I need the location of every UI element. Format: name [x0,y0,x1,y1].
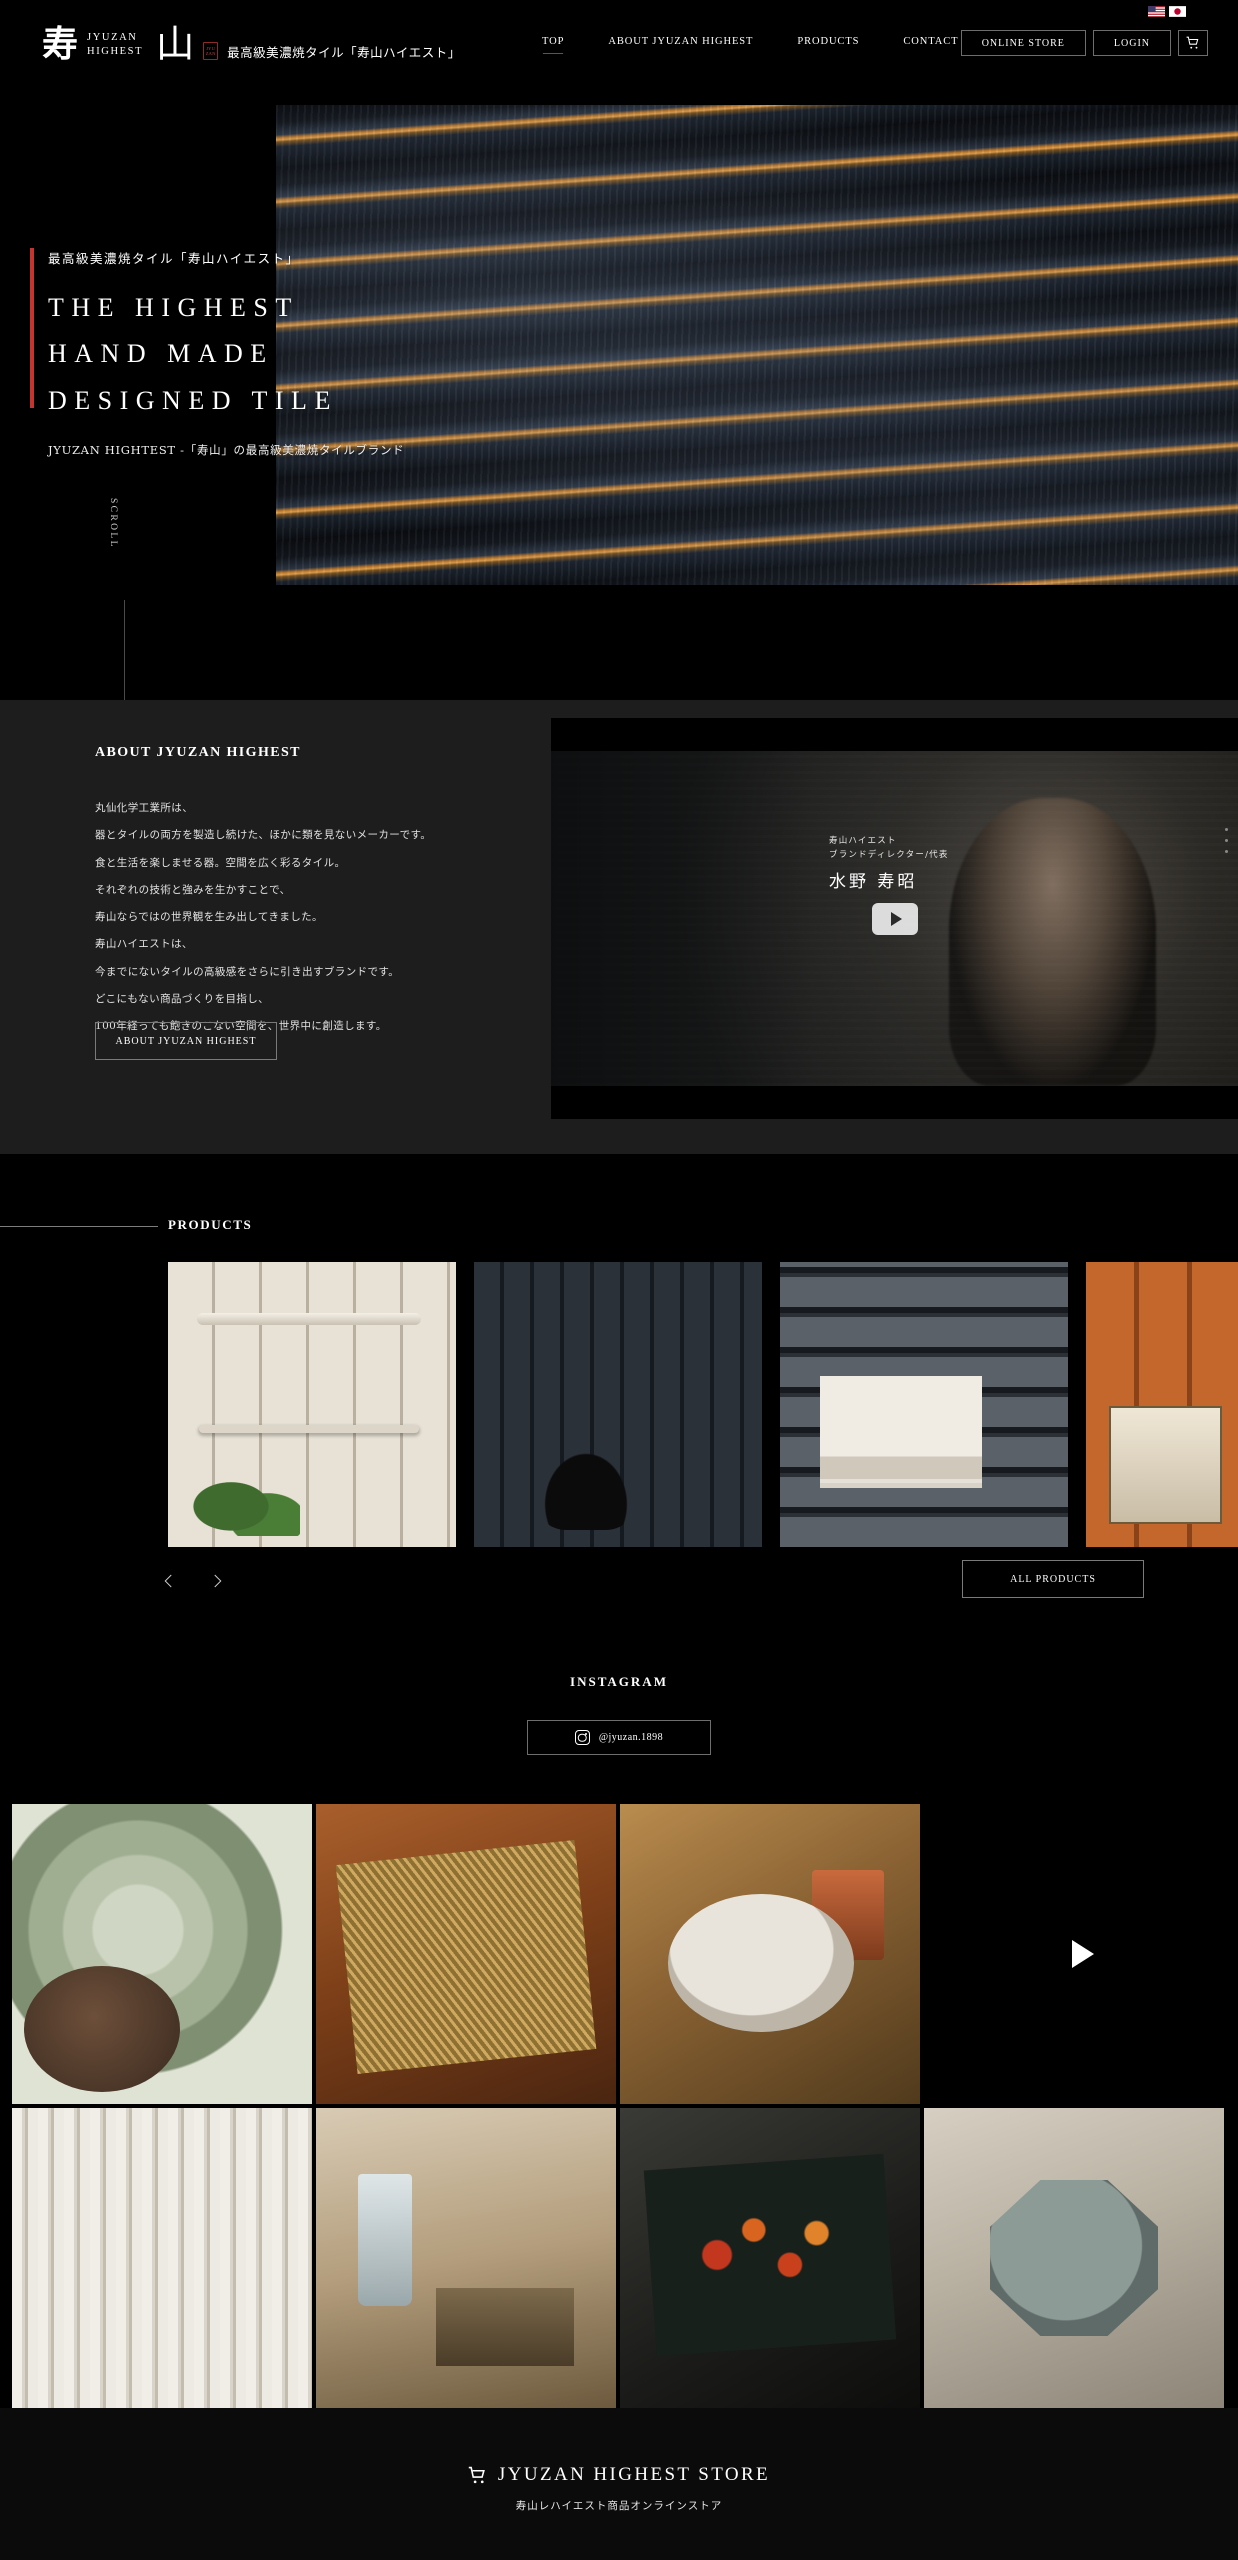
online-store-button[interactable]: ONLINE STORE [960,30,1086,56]
language-switcher[interactable] [1148,6,1186,17]
hero-title-line1: THE HIGHEST [48,293,299,322]
about-paragraph: それぞれの技術と強みを生かすことで、 [95,883,291,896]
seal-line2: ZAN [205,51,216,57]
cart-icon [1186,36,1199,49]
gallery-row [12,1804,920,2104]
hero-title-line2: HAND MADE [48,339,274,369]
product-card[interactable] [780,1262,1068,1547]
about-section: ABOUT JYUZAN HIGHEST 丸仙化学工業所は、 器とタイルの両方を… [0,700,1238,1154]
scroll-line [124,600,125,700]
about-paragraph: 寿山ハイエストは、 [95,938,193,951]
product-card[interactable] [474,1262,762,1547]
logo-brand-line2: HIGHEST [87,45,144,57]
logo-brand-text: JYUZAN HIGHEST [87,31,143,62]
logo-kanji-ju: 寿 [42,23,79,66]
logo-tagline: 最高級美濃焼タイル「寿山ハイエスト」 [227,45,461,61]
logo-brand-line1: JYUZAN [87,31,138,43]
gallery-video-item[interactable] [928,1804,1238,2104]
about-paragraph: 器とタイルの両方を製造し続けた、ほかに類を見ないメーカーです。 [95,829,432,842]
hero-background-image [276,105,1238,585]
site-logo[interactable]: 寿 JYUZAN HIGHEST 山 JYU ZAN 最高級美濃焼タイル「寿山ハ… [42,22,461,66]
products-carousel[interactable] [168,1262,1238,1547]
about-paragraph: 今までにないタイルの高級感をさらに引き出すブランドです。 [95,965,400,978]
store-subtitle: 寿山レハイエスト商品オンラインストア [515,2499,723,2512]
gallery-item[interactable] [924,2108,1224,2408]
cart-button[interactable] [1178,30,1208,56]
us-flag-icon[interactable] [1148,6,1165,17]
nav-item-top[interactable]: TOP [520,36,586,47]
instagram-heading: INSTAGRAM [570,1674,668,1689]
products-heading: PRODUCTS [168,1217,253,1232]
hero-accent-bar [30,248,34,408]
cart-icon [468,2466,485,2483]
carousel-controls [160,1572,226,1590]
hero-subtitle: JYUZAN HIGHTEST -「寿山」の最高級美濃焼タイルブランド [48,442,405,457]
instagram-handle-button[interactable]: @jyuzan.1898 [527,1720,711,1755]
about-paragraph: 寿山ならではの世界観を生み出してきました。 [95,911,323,924]
nav-item-about[interactable]: ABOUT JYUZAN HIGHEST [586,36,775,47]
nav-item-products[interactable]: PRODUCTS [775,36,881,47]
product-card[interactable] [1086,1262,1238,1547]
hero-copy: 最高級美濃焼タイル「寿山ハイエスト」 THE HIGHEST HAND MADE… [30,248,404,458]
instagram-gallery [0,1804,1238,2408]
gallery-item[interactable] [620,2108,920,2408]
products-section: PRODUCTS ALL PRODUCTS [0,1154,1238,1664]
hero-kicker: 最高級美濃焼タイル「寿山ハイエスト」 [48,251,300,266]
store-title-label: JYUZAN HIGHEST STORE [497,2464,771,2485]
about-paragraph: 丸仙化学工業所は、 [95,802,194,814]
video-play-button[interactable] [871,902,918,935]
video-scroll-dots [1225,828,1228,861]
products-rule [0,1226,158,1227]
about-body: 丸仙化学工業所は、 器とタイルの両方を製造し続けた、ほかに類を見ないメーカーです… [95,795,431,1041]
gallery-item[interactable] [12,1804,312,2104]
chevron-right-icon[interactable] [208,1572,226,1590]
video-caption-line2: ブランドディレクター/代表 [829,850,949,861]
video-caption: 寿山ハイエスト ブランドディレクター/代表 水野 寿昭 [829,834,949,892]
video-person-name: 水野 寿昭 [829,872,918,893]
store-banner[interactable]: JYUZAN HIGHEST STORE 寿山レハイエスト商品オンラインストア [0,2408,1238,2560]
logo-kanji-yama: 山 [156,22,195,66]
store-title-row: JYUZAN HIGHEST STORE [468,2464,770,2486]
all-products-button[interactable]: ALL PRODUCTS [962,1560,1144,1598]
scroll-indicator: SCROLL [108,498,118,549]
product-card[interactable] [168,1262,456,1547]
gallery-item[interactable] [316,1804,616,2104]
header-actions: ONLINE STORE LOGIN [960,30,1208,56]
gallery-row [12,2108,1224,2408]
gallery-item[interactable] [620,1804,920,2104]
play-icon [890,911,902,926]
about-more-button[interactable]: ABOUT JYUZAN HIGHEST [95,1022,277,1060]
primary-navigation: TOP ABOUT JYUZAN HIGHEST PRODUCTS CONTAC… [520,36,980,47]
instagram-handle-label: @jyuzan.1898 [598,1732,664,1743]
instagram-icon [574,1730,590,1745]
logo-seal-icon: JYU ZAN [203,42,219,61]
instagram-section: INSTAGRAM @jyuzan.1898 [0,1664,1238,1804]
hero-section: 最高級美濃焼タイル「寿山ハイエスト」 THE HIGHEST HAND MADE… [0,0,1238,700]
scroll-label: SCROLL [108,498,118,549]
chevron-left-icon[interactable] [160,1572,178,1590]
gallery-item[interactable] [316,2108,616,2408]
play-icon[interactable] [1072,1940,1094,1968]
video-caption-line1: 寿山ハイエスト [829,836,897,846]
jp-flag-icon[interactable] [1169,6,1186,17]
site-header: 寿 JYUZAN HIGHEST 山 JYU ZAN 最高級美濃焼タイル「寿山ハ… [0,0,1238,96]
about-paragraph: どこにもない商品づくりを目指し、 [95,993,270,1006]
hero-title-line3: DESIGNED TILE [48,385,338,415]
gallery-item[interactable] [12,2108,312,2408]
about-paragraph: 食と生活を楽しませる器。空間を広く彩るタイル。 [95,856,346,869]
login-button[interactable]: LOGIN [1092,30,1171,56]
about-heading: ABOUT JYUZAN HIGHEST [95,745,301,760]
about-video[interactable]: 寿山ハイエスト ブランドディレクター/代表 水野 寿昭 [551,718,1238,1119]
